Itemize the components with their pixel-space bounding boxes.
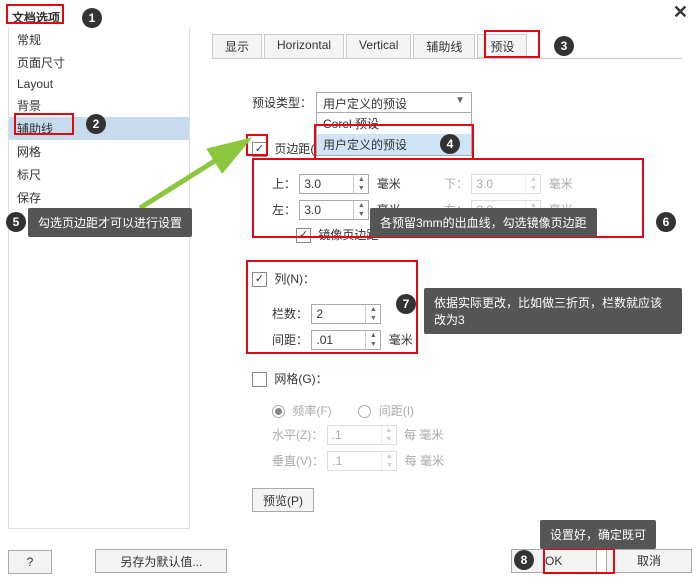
grid-group-label: 网格(G)： (274, 372, 327, 386)
sidebar-item-5[interactable]: 网格 (9, 140, 189, 163)
grid-spacing-radio (358, 405, 371, 418)
tip-8: 设置好，确定既可 (540, 520, 656, 549)
margins-group-label: 页边距( (274, 142, 314, 156)
sidebar-item-6[interactable]: 标尺 (9, 163, 189, 186)
margin-top-input[interactable]: 3.0▲▼ (299, 174, 369, 194)
margin-bottom-unit: 毫米 (549, 177, 573, 191)
badge-6: 6 (656, 212, 676, 232)
tabs: 显示HorizontalVertical辅助线预设 (212, 34, 682, 59)
sidebar-item-2[interactable]: Layout (9, 74, 189, 94)
grid-freq-radio (272, 405, 285, 418)
tab-0[interactable]: 显示 (212, 34, 262, 58)
badge-5: 5 (6, 212, 26, 232)
preset-type-value: 用户定义的预设 (323, 97, 407, 111)
grid-checkbox[interactable] (252, 372, 267, 387)
preset-option-0[interactable]: Corel 预设 (317, 113, 471, 134)
columns-group-label: 列(N)： (274, 272, 315, 286)
badge-4: 4 (440, 134, 460, 154)
column-count-label: 栏数： (272, 307, 308, 321)
preset-type-label: 预设类型： (252, 96, 312, 110)
grid-h-label: 水平(Z)： (272, 428, 323, 442)
margin-left-label: 左： (272, 203, 296, 217)
tip-5: 勾选页边距才可以进行设置 (28, 208, 192, 237)
mirror-margins-checkbox[interactable] (296, 228, 311, 243)
badge-7: 7 (396, 294, 416, 314)
tip-6: 各预留3mm的出血线，勾选镜像页边距 (370, 208, 597, 237)
column-gap-unit: 毫米 (389, 333, 413, 347)
margin-bottom-label: 下： (444, 177, 468, 191)
grid-v-label: 垂直(V)： (272, 454, 324, 468)
badge-3: 3 (554, 36, 574, 56)
tab-2[interactable]: Vertical (346, 34, 411, 58)
margins-checkbox[interactable] (252, 142, 267, 157)
columns-checkbox[interactable] (252, 272, 267, 287)
preview-button[interactable]: 预览(P) (252, 488, 314, 512)
save-default-button[interactable]: 另存为默认值... (95, 549, 227, 573)
tab-4[interactable]: 预设 (477, 34, 527, 58)
column-count-input[interactable]: 2▲▼ (311, 304, 381, 324)
tab-3[interactable]: 辅助线 (413, 34, 475, 58)
bottom-row: ? 另存为默认值... OK 取消 (8, 549, 692, 573)
sidebar: 常规页面尺寸Layout背景辅助线网格标尺保存 (8, 28, 190, 529)
grid-v-unit: 每 毫米 (405, 454, 444, 468)
badge-2: 2 (86, 114, 106, 134)
margin-top-label: 上： (272, 177, 296, 191)
tab-1[interactable]: Horizontal (264, 34, 344, 58)
margin-left-input[interactable]: 3.0▲▼ (299, 200, 369, 220)
sidebar-item-0[interactable]: 常规 (9, 28, 189, 51)
grid-v-input: .1▲▼ (327, 451, 397, 471)
sidebar-item-1[interactable]: 页面尺寸 (9, 51, 189, 74)
grid-h-unit: 每 毫米 (404, 428, 443, 442)
cancel-button[interactable]: 取消 (606, 549, 692, 573)
grid-freq-label: 频率(F) (292, 404, 331, 418)
column-gap-label: 间距： (272, 333, 308, 347)
sidebar-title: 文档选项 (8, 8, 64, 27)
margin-bottom-input: 3.0▲▼ (471, 174, 541, 194)
chevron-down-icon: ▼ (455, 95, 465, 106)
badge-1: 1 (82, 8, 102, 28)
close-icon[interactable]: ✕ (673, 2, 688, 23)
column-gap-input[interactable]: .01▲▼ (311, 330, 381, 350)
grid-h-input: .1▲▼ (327, 425, 397, 445)
margin-top-unit: 毫米 (377, 177, 401, 191)
badge-8: 8 (514, 550, 534, 570)
tip-7: 依据实际更改，比如做三折页，栏数就应该改为3 (424, 288, 682, 334)
help-button[interactable]: ? (8, 550, 52, 574)
sidebar-item-7[interactable]: 保存 (9, 186, 189, 209)
grid-spacing-label: 间距(I) (379, 404, 414, 418)
